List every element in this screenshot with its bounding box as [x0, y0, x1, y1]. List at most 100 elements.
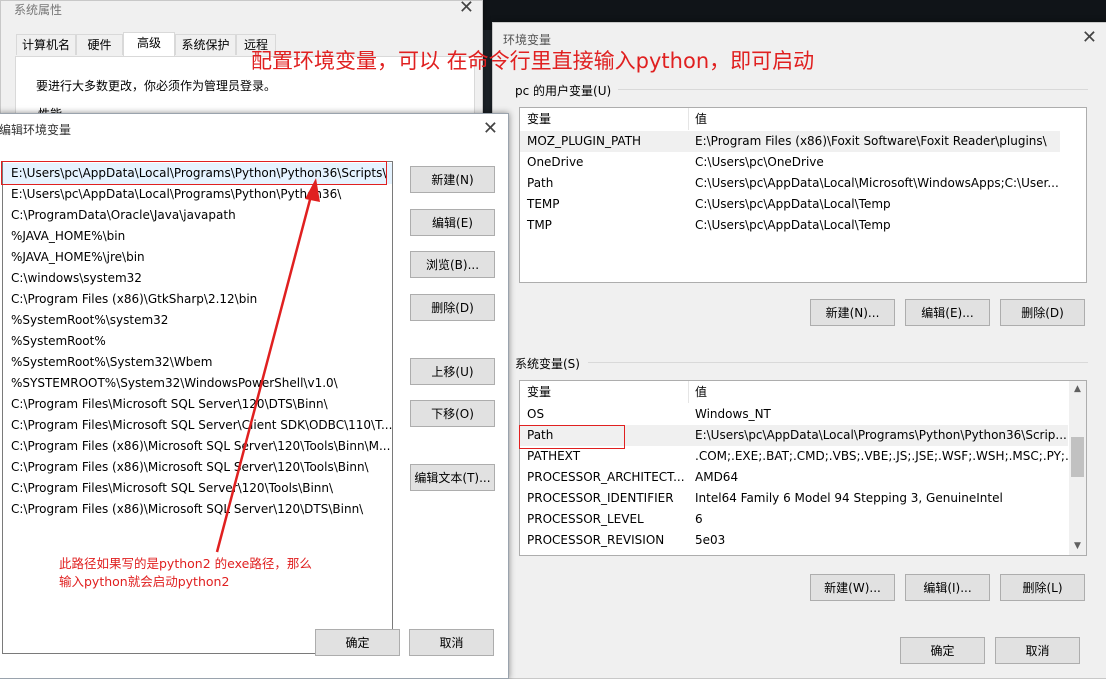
table-row[interactable]: MOZ_PLUGIN_PATH E:\Program Files (x86)\Fo…: [520, 131, 1060, 152]
var-value-cell: C:\Users\pc\AppData\Local\Temp: [695, 218, 891, 232]
path-move-up-button[interactable]: 上移(U): [410, 358, 495, 385]
close-icon[interactable]: ✕: [1082, 28, 1097, 48]
col-value-header[interactable]: 值: [688, 108, 1086, 130]
var-value-cell: C:\Users\pc\AppData\Local\Microsoft\Wind…: [695, 176, 1059, 190]
system-new-button[interactable]: 新建(W)...: [810, 574, 895, 601]
table-row[interactable]: PROCESSOR_ARCHITECT... AMD64: [520, 467, 1068, 488]
path-list-item[interactable]: C:\ProgramData\Oracle\Java\javapath: [3, 205, 392, 226]
path-list-item[interactable]: E:\Users\pc\AppData\Local\Programs\Pytho…: [3, 184, 392, 205]
path-list-item[interactable]: %SystemRoot%: [3, 331, 392, 352]
path-list-item[interactable]: C:\windows\system32: [3, 268, 392, 289]
scroll-up-icon[interactable]: ▲: [1069, 381, 1086, 398]
var-name-cell: PATHEXT: [527, 449, 581, 463]
tab-system-protection[interactable]: 系统保护: [175, 34, 236, 55]
path-list-item[interactable]: %JAVA_HOME%\bin: [3, 226, 392, 247]
var-name-cell: OneDrive: [527, 155, 584, 169]
scroll-down-icon[interactable]: ▼: [1069, 538, 1086, 555]
var-value-cell: Windows_NT: [695, 407, 771, 421]
path-list-item[interactable]: %JAVA_HOME%\jre\bin: [3, 247, 392, 268]
user-vars-group-label: pc 的用户变量(U): [515, 84, 612, 98]
annotation-note-line2: 输入python就会启动python2: [59, 574, 230, 589]
var-value-cell: 6: [695, 512, 703, 526]
system-delete-button[interactable]: 删除(L): [1000, 574, 1085, 601]
var-name-cell: PROCESSOR_IDENTIFIER: [527, 491, 674, 505]
annotation-note-line1: 此路径如果写的是python2 的exe路径，那么: [59, 556, 312, 571]
path-list-item[interactable]: C:\Program Files (x86)\Microsoft SQL Ser…: [3, 436, 392, 457]
edit-env-title: 编辑环境变量: [0, 123, 72, 137]
edit-env-ok-button[interactable]: 确定: [315, 629, 400, 656]
group-divider: [588, 362, 1088, 363]
path-list-item[interactable]: C:\Program Files (x86)\GtkSharp\2.12\bin: [3, 289, 392, 310]
user-vars-list[interactable]: 变量 值 MOZ_PLUGIN_PATH E:\Program Files (x8…: [519, 107, 1087, 283]
edit-env-titlebar: 编辑环境变量 ✕: [0, 114, 508, 144]
admin-notice: 要进行大多数更改，你必须作为管理员登录。: [36, 79, 277, 93]
system-vars-group-label: 系统变量(S): [515, 357, 580, 371]
system-properties-titlebar: 系统属性 ✕: [1, 0, 482, 31]
annotation-note: 此路径如果写的是python2 的exe路径，那么 输入python就会启动py…: [59, 555, 312, 591]
path-browse-button[interactable]: 浏览(B)...: [410, 251, 495, 278]
path-list-item[interactable]: %SYSTEMROOT%\System32\WindowsPowerShell\…: [3, 373, 392, 394]
path-list-item[interactable]: C:\Program Files\Microsoft SQL Server\Cl…: [3, 415, 392, 436]
tab-computer-name[interactable]: 计算机名: [16, 34, 76, 55]
table-row[interactable]: PATHEXT .COM;.EXE;.BAT;.CMD;.VBS;.VBE;.JS…: [520, 446, 1068, 467]
scroll-thumb[interactable]: [1071, 437, 1084, 477]
col-variable-header[interactable]: 变量: [520, 381, 688, 403]
tab-advanced[interactable]: 高级: [123, 32, 175, 56]
var-value-cell: .COM;.EXE;.BAT;.CMD;.VBS;.VBE;.JS;.JSE;.…: [695, 449, 1068, 463]
system-vars-list[interactable]: 变量 值 OS Windows_NT Path E:\Users\pc\AppData…: [519, 380, 1087, 556]
table-row[interactable]: PROCESSOR_REVISION 5e03: [520, 530, 1068, 551]
env-cancel-button[interactable]: 取消: [995, 637, 1080, 664]
var-name-cell: PROCESSOR_LEVEL: [527, 512, 644, 526]
user-new-button[interactable]: 新建(N)...: [810, 299, 895, 326]
path-list-item[interactable]: C:\Program Files (x86)\Microsoft SQL Ser…: [3, 457, 392, 478]
table-row[interactable]: Path C:\Users\pc\AppData\Local\Microsoft\…: [520, 173, 1060, 194]
system-edit-button[interactable]: 编辑(I)...: [905, 574, 990, 601]
var-value-cell: AMD64: [695, 470, 739, 484]
col-value-header[interactable]: 值: [688, 381, 1068, 403]
tab-hardware[interactable]: 硬件: [76, 34, 123, 55]
var-name-cell: TEMP: [527, 197, 560, 211]
user-vars-header: 变量 值: [520, 108, 1086, 130]
var-value-cell: Intel64 Family 6 Model 94 Stepping 3, Ge…: [695, 491, 1003, 505]
table-row[interactable]: TMP C:\Users\pc\AppData\Local\Temp: [520, 215, 1060, 236]
path-list-item[interactable]: %SystemRoot%\system32: [3, 310, 392, 331]
table-row[interactable]: OneDrive C:\Users\pc\OneDrive: [520, 152, 1060, 173]
system-vars-scrollbar[interactable]: ▲ ▼: [1069, 381, 1086, 555]
path-delete-button[interactable]: 删除(D): [410, 294, 495, 321]
path-list-item[interactable]: C:\Program Files (x86)\Microsoft SQL Ser…: [3, 499, 392, 520]
var-value-cell: 5e03: [695, 533, 726, 547]
var-value-cell: C:\Users\pc\AppData\Local\Temp: [695, 197, 891, 211]
path-list-item[interactable]: %SystemRoot%\System32\Wbem: [3, 352, 392, 373]
close-icon[interactable]: ✕: [459, 0, 474, 18]
var-value-cell: E:\Program Files (x86)\Foxit Software\Fo…: [695, 134, 1047, 148]
annotation-headline: 配置环境变量，可以 在命令行里直接输入python，即可启动: [251, 49, 815, 73]
path-move-down-button[interactable]: 下移(O): [410, 400, 495, 427]
path-edit-text-button[interactable]: 编辑文本(T)...: [410, 464, 495, 491]
user-edit-button[interactable]: 编辑(E)...: [905, 299, 990, 326]
env-ok-button[interactable]: 确定: [900, 637, 985, 664]
col-variable-header[interactable]: 变量: [520, 108, 688, 130]
var-name-cell: PROCESSOR_REVISION: [527, 533, 665, 547]
annotation-box-scripts-path: [1, 161, 387, 185]
table-row[interactable]: PROCESSOR_IDENTIFIER Intel64 Family 6 Mod…: [520, 488, 1068, 509]
var-value-cell: E:\Users\pc\AppData\Local\Programs\Pytho…: [695, 428, 1067, 442]
close-icon[interactable]: ✕: [483, 119, 498, 139]
annotation-box-path-var: [519, 425, 625, 449]
path-new-button[interactable]: 新建(N): [410, 166, 495, 193]
table-row[interactable]: PROCESSOR_LEVEL 6: [520, 509, 1068, 530]
var-name-cell: Path: [527, 176, 554, 190]
path-edit-button[interactable]: 编辑(E): [410, 209, 495, 236]
path-list-item[interactable]: C:\Program Files\Microsoft SQL Server\12…: [3, 394, 392, 415]
edit-environment-variable-window: 编辑环境变量 ✕ E:\Users\pc\AppData\Local\Progr…: [0, 113, 509, 679]
environment-variables-window: 环境变量 ✕ pc 的用户变量(U) 变量 值 MOZ_PLUGIN_PATH E…: [492, 22, 1106, 679]
var-value-cell: C:\Users\pc\OneDrive: [695, 155, 824, 169]
var-name-cell: TMP: [527, 218, 552, 232]
system-vars-header: 变量 值: [520, 381, 1086, 403]
system-properties-title: 系统属性: [14, 3, 63, 17]
edit-env-cancel-button[interactable]: 取消: [409, 629, 494, 656]
table-row[interactable]: OS Windows_NT: [520, 404, 1068, 425]
var-name-cell: OS: [527, 407, 545, 421]
user-delete-button[interactable]: 删除(D): [1000, 299, 1085, 326]
path-list-item[interactable]: C:\Program Files\Microsoft SQL Server\12…: [3, 478, 392, 499]
table-row[interactable]: TEMP C:\Users\pc\AppData\Local\Temp: [520, 194, 1060, 215]
